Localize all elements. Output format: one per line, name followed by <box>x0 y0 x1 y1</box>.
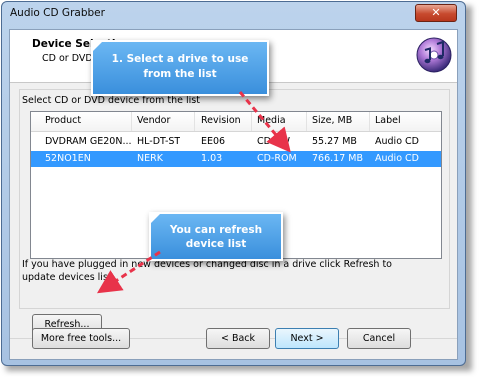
cancel-button[interactable]: Cancel <box>347 328 411 349</box>
callout-line: from the list <box>143 68 217 80</box>
cell-vendor: NERK <box>137 153 163 164</box>
device-list-label: Select CD or DVD device from the list <box>22 95 200 106</box>
column-product[interactable]: Product <box>45 115 81 126</box>
cell-label: Audio CD <box>375 153 419 164</box>
cell-size: 55.27 MB <box>312 136 357 147</box>
cell-product: 52NO1EN <box>45 153 91 164</box>
table-row-selected[interactable]: 52NO1EN NERK 1.03 CD-ROM 766.17 MB Audio… <box>31 151 441 167</box>
column-divider[interactable] <box>251 112 252 131</box>
column-size[interactable]: Size, MB <box>312 115 352 126</box>
cell-media: CD-ROM <box>257 153 297 164</box>
refresh-hint-text: If you have plugged in new devices or ch… <box>22 259 392 283</box>
select-drive-callout: 1. Select a drive to use from the list <box>91 40 269 96</box>
cell-media: CD-RW <box>257 136 290 147</box>
back-button[interactable]: < Back <box>206 328 270 349</box>
cell-vendor: HL-DT-ST <box>137 136 181 147</box>
cell-revision: EE06 <box>201 136 226 147</box>
column-divider[interactable] <box>131 112 132 131</box>
column-revision[interactable]: Revision <box>201 115 241 126</box>
title-bar[interactable]: Audio CD Grabber ✕ <box>2 2 465 26</box>
column-divider[interactable] <box>194 112 195 131</box>
device-list-header: Product Vendor Revision Media Size, MB L… <box>31 112 441 132</box>
more-free-tools-button[interactable]: More free tools... <box>32 328 130 349</box>
cell-product: DVDRAM GE20N... <box>45 136 132 147</box>
window-title: Audio CD Grabber <box>10 7 105 19</box>
callout-line: device list <box>185 238 247 250</box>
callout-line: You can refresh <box>169 224 263 236</box>
table-row[interactable]: DVDRAM GE20N... HL-DT-ST EE06 CD-RW 55.2… <box>31 134 441 150</box>
column-vendor[interactable]: Vendor <box>137 115 170 126</box>
column-label[interactable]: Label <box>375 115 401 126</box>
next-button[interactable]: Next > <box>275 328 339 349</box>
column-divider[interactable] <box>369 112 370 131</box>
close-button[interactable]: ✕ <box>415 4 457 22</box>
cell-size: 766.17 MB <box>312 153 363 164</box>
cell-revision: 1.03 <box>201 153 223 164</box>
callout-line: 1. Select a drive to use <box>111 53 249 65</box>
column-media[interactable]: Media <box>257 115 286 126</box>
column-divider[interactable] <box>306 112 307 131</box>
page-subtitle: CD or DVD <box>42 53 93 64</box>
cd-music-icon <box>416 37 452 73</box>
refresh-callout: You can refresh device list <box>149 212 283 261</box>
cell-label: Audio CD <box>375 136 419 147</box>
